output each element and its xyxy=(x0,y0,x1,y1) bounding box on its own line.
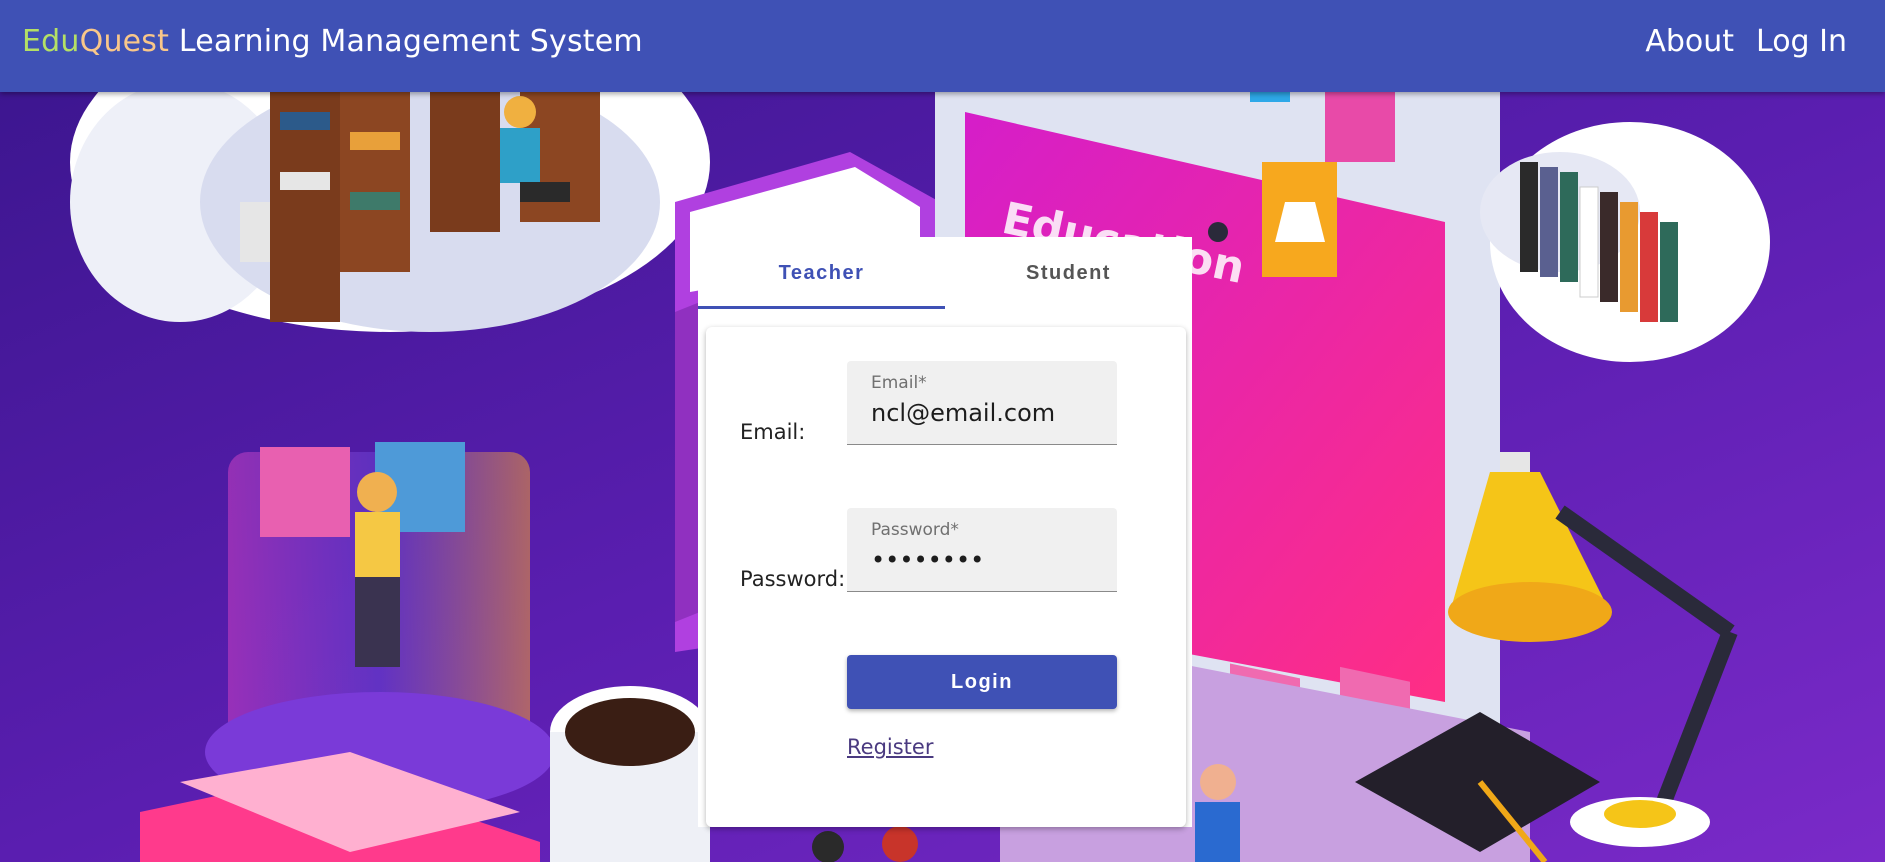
holographic-cylinder xyxy=(205,442,555,812)
email-floating-label: Email* xyxy=(871,373,927,393)
brand-quest: Quest xyxy=(79,24,170,59)
password-floating-label: Password* xyxy=(871,520,959,540)
app-bar: EduQuest Learning Management System Abou… xyxy=(0,0,1885,92)
password-row-label: Password: xyxy=(740,567,846,591)
password-input[interactable] xyxy=(871,546,1101,574)
tab-student[interactable]: Student xyxy=(945,237,1192,309)
nav-about-link[interactable]: About xyxy=(1645,24,1734,59)
coffee-cup xyxy=(550,686,710,862)
email-field[interactable]: Email* xyxy=(847,361,1117,445)
email-row-label: Email: xyxy=(740,420,806,444)
login-button[interactable]: Login xyxy=(847,655,1117,709)
brand-rest: Learning Management System xyxy=(169,24,643,59)
app-title[interactable]: EduQuest Learning Management System xyxy=(22,24,643,59)
nav-login-link[interactable]: Log In xyxy=(1756,24,1847,59)
top-nav: About Log In xyxy=(1645,24,1847,59)
login-form-card: Email: Email* Password: Password* Login … xyxy=(706,327,1186,827)
tab-teacher[interactable]: Teacher xyxy=(698,237,945,309)
register-link[interactable]: Register xyxy=(847,735,933,759)
password-field[interactable]: Password* xyxy=(847,508,1117,592)
brand-edu: Edu xyxy=(22,24,80,59)
email-input[interactable] xyxy=(871,399,1101,427)
role-tabs: Teacher Student xyxy=(698,237,1192,309)
